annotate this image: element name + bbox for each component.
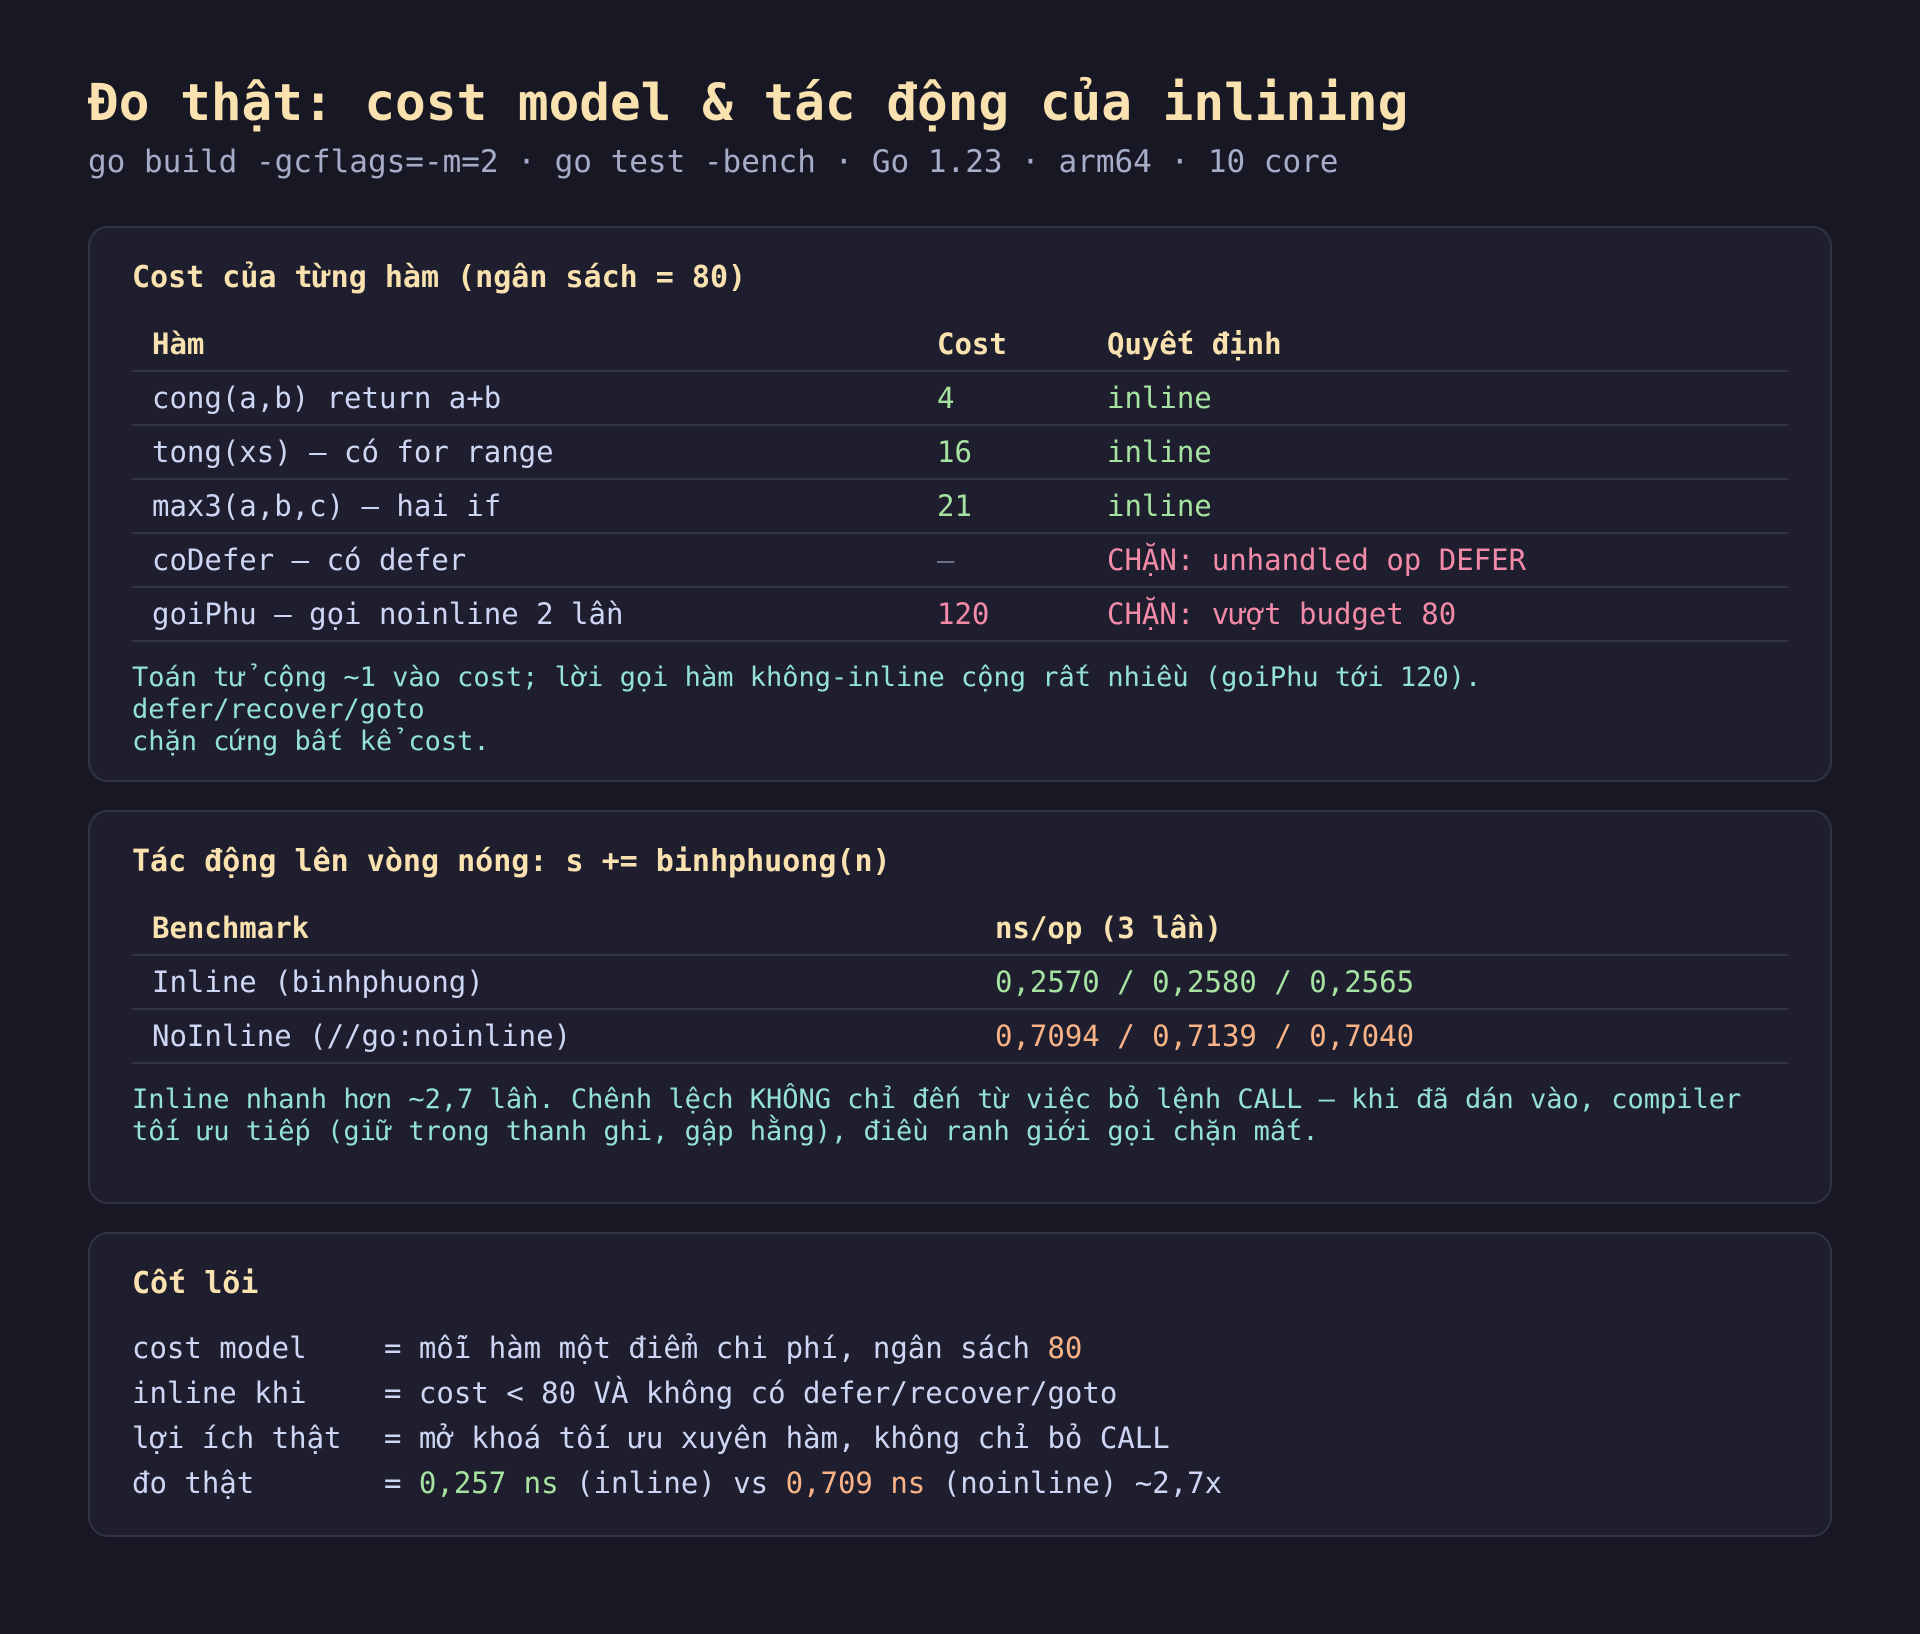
benchmark-note: Inline nhanh hơn ~2,7 lần. Chênh lệch KH… (132, 1084, 1742, 1147)
function-cost: 4 (917, 371, 1087, 426)
summary-line: inline khi = cost < 80 VÀ không có defer… (132, 1371, 1788, 1416)
benchmark-name: Inline (binhphuong) (132, 955, 975, 1010)
budget-value: 80 (1047, 1331, 1083, 1365)
table-row: Inline (binhphuong) 0,2570 / 0,2580 / 0,… (132, 955, 1788, 1010)
table-row: goiPhu — gọi noinline 2 lần 120 CHẶN: vư… (132, 587, 1788, 642)
inline-timing: 0,257 ns (418, 1466, 559, 1500)
inline-decision: inline (1087, 425, 1788, 480)
function-cost: 21 (917, 479, 1087, 534)
cost-table: Hàm Cost Quyết định cong(a,b) return a+b… (132, 318, 1788, 642)
table-row: cong(a,b) return a+b 4 inline (132, 371, 1788, 426)
summary-value: = cost < 80 VÀ không có defer/recover/go… (384, 1376, 1118, 1410)
benchmark-result: 0,2570 / 0,2580 / 0,2565 (975, 955, 1788, 1010)
summary-line: đo thật = 0,257 ns (inline) vs 0,709 ns … (132, 1461, 1788, 1506)
page-title: Đo thật: cost model & tác động của inlin… (88, 74, 1409, 133)
table-row: max3(a,b,c) — hai if 21 inline (132, 479, 1788, 534)
summary-line: cost model = mỗi hàm một điểm chi phí, n… (132, 1326, 1788, 1371)
core-summary: cost model = mỗi hàm một điểm chi phí, n… (132, 1326, 1788, 1506)
table-row: coDefer — có defer — CHẶN: unhandled op … (132, 533, 1788, 588)
page-subtitle: go build -gcflags=-m=2 · go test -bench … (88, 144, 1339, 180)
benchmark-name: NoInline (//go:noinline) (132, 1009, 975, 1064)
cost-card-title: Cost của từng hàm (ngân sách = 80) (132, 260, 747, 295)
page: Đo thật: cost model & tác động của inlin… (88, 72, 1832, 1537)
summary-value: = mở khoá tối ưu xuyên hàm, không chỉ bỏ… (384, 1421, 1170, 1455)
core-card: Cốt lõi cost model = mỗi hàm một điểm ch… (88, 1232, 1832, 1537)
column-header-benchmark: Benchmark (132, 902, 975, 956)
noinline-timing: 0,709 ns (785, 1466, 926, 1500)
function-name: coDefer — có defer (132, 533, 917, 588)
inline-decision: CHẶN: vượt budget 80 (1087, 587, 1788, 642)
table-row: NoInline (//go:noinline) 0,7094 / 0,7139… (132, 1009, 1788, 1064)
column-header-decision: Quyết định (1087, 318, 1788, 372)
summary-key: cost model (132, 1331, 307, 1365)
summary-text: = (384, 1466, 419, 1500)
benchmark-table-header: Benchmark ns/op (3 lần) (132, 902, 1788, 956)
core-card-title: Cốt lõi (132, 1266, 259, 1301)
summary-text: (noinline) ~2,7x (925, 1466, 1223, 1500)
function-name: cong(a,b) return a+b (132, 371, 917, 426)
summary-value: = mỗi hàm một điểm chi phí, ngân sách 80 (384, 1326, 1082, 1371)
benchmark-table: Benchmark ns/op (3 lần) Inline (binhphuo… (132, 902, 1788, 1064)
column-header-cost: Cost (917, 318, 1087, 372)
function-cost: 16 (917, 425, 1087, 480)
summary-key: inline khi (132, 1376, 307, 1410)
cost-note: Toán tử cộng ~1 vào cost; lời gọi hàm kh… (132, 662, 1482, 757)
benchmark-card: Tác động lên vòng nóng: s += binhphuong(… (88, 810, 1832, 1204)
summary-key: lợi ích thật (132, 1421, 342, 1455)
summary-text: = mỗi hàm một điểm chi phí, ngân sách (384, 1331, 1048, 1365)
function-name: max3(a,b,c) — hai if (132, 479, 917, 534)
cost-card: Cost của từng hàm (ngân sách = 80) Hàm C… (88, 226, 1832, 782)
function-name: goiPhu — gọi noinline 2 lần (132, 587, 917, 642)
column-header-ham: Hàm (132, 318, 917, 372)
summary-key: đo thật (132, 1466, 255, 1500)
inline-decision: CHẶN: unhandled op DEFER (1087, 533, 1788, 588)
table-row: tong(xs) — có for range 16 inline (132, 425, 1788, 480)
column-header-nsop: ns/op (3 lần) (975, 902, 1788, 956)
summary-line: lợi ích thật = mở khoá tối ưu xuyên hàm,… (132, 1416, 1788, 1461)
function-cost: — (917, 533, 1087, 588)
function-cost: 120 (917, 587, 1087, 642)
inline-decision: inline (1087, 479, 1788, 534)
inline-decision: inline (1087, 371, 1788, 426)
cost-table-header: Hàm Cost Quyết định (132, 318, 1788, 372)
benchmark-result: 0,7094 / 0,7139 / 0,7040 (975, 1009, 1788, 1064)
function-name: tong(xs) — có for range (132, 425, 917, 480)
summary-value: = 0,257 ns (inline) vs 0,709 ns (noinlin… (384, 1461, 1222, 1506)
benchmark-card-title: Tác động lên vòng nóng: s += binhphuong(… (132, 844, 891, 879)
summary-text: (inline) vs (558, 1466, 786, 1500)
